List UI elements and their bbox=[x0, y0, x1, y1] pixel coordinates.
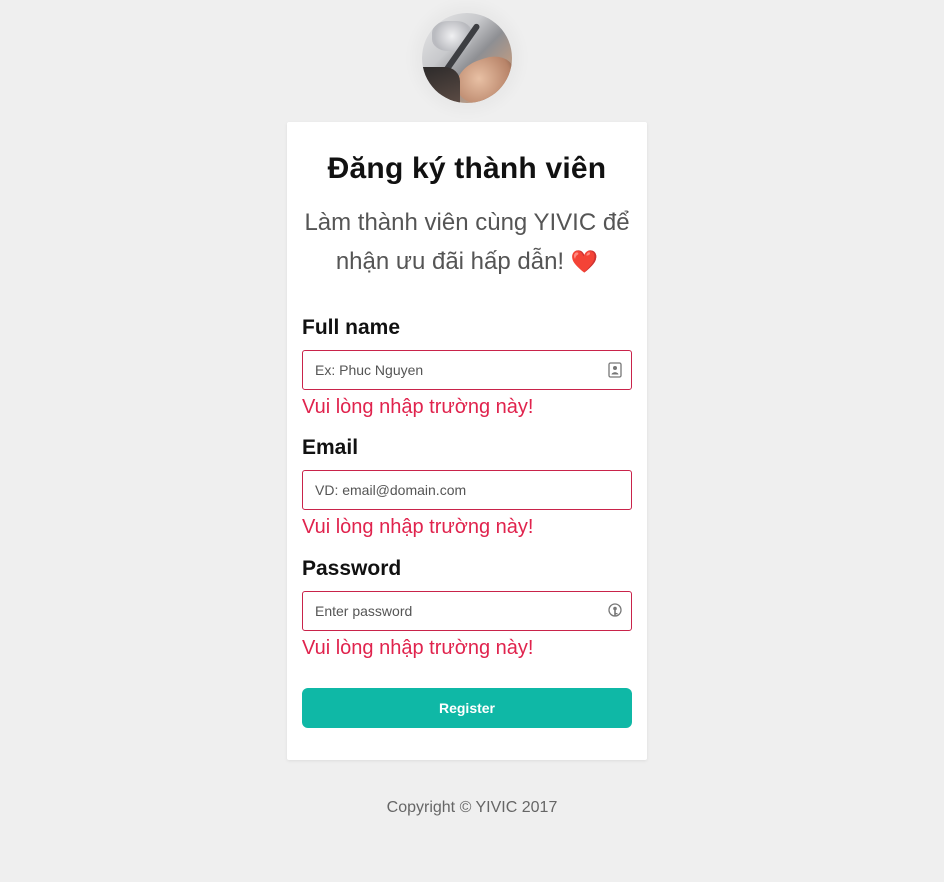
fullname-field-box bbox=[302, 350, 632, 390]
footer-copyright: Copyright © YIVIC 2017 bbox=[386, 799, 558, 816]
email-input[interactable] bbox=[303, 471, 595, 509]
contact-card-icon[interactable] bbox=[608, 362, 622, 378]
password-input[interactable] bbox=[303, 592, 595, 630]
register-card: Đăng ký thành viên Làm thành viên cùng Y… bbox=[287, 122, 647, 760]
password-error: Vui lòng nhập trường này! bbox=[302, 637, 534, 659]
fullname-label: Full name bbox=[302, 316, 401, 339]
fullname-input[interactable] bbox=[303, 351, 595, 389]
email-label: Email bbox=[302, 436, 359, 459]
page-subtitle: Làm thành viên cùng YIVIC để nhận ưu đãi… bbox=[302, 203, 632, 281]
password-label: Password bbox=[302, 557, 402, 580]
avatar bbox=[422, 13, 512, 103]
avatar-photo-detail bbox=[422, 67, 460, 103]
email-field-box bbox=[302, 470, 632, 510]
email-error: Vui lòng nhập trường này! bbox=[302, 516, 534, 538]
key-icon[interactable] bbox=[608, 603, 622, 619]
avatar-wrapper bbox=[422, 13, 512, 103]
password-field-box bbox=[302, 591, 632, 631]
register-button[interactable]: Register bbox=[302, 688, 632, 728]
fullname-error: Vui lòng nhập trường này! bbox=[302, 396, 534, 418]
page-title: Đăng ký thành viên bbox=[327, 152, 607, 185]
heart-icon: ❤️ bbox=[570, 249, 599, 274]
